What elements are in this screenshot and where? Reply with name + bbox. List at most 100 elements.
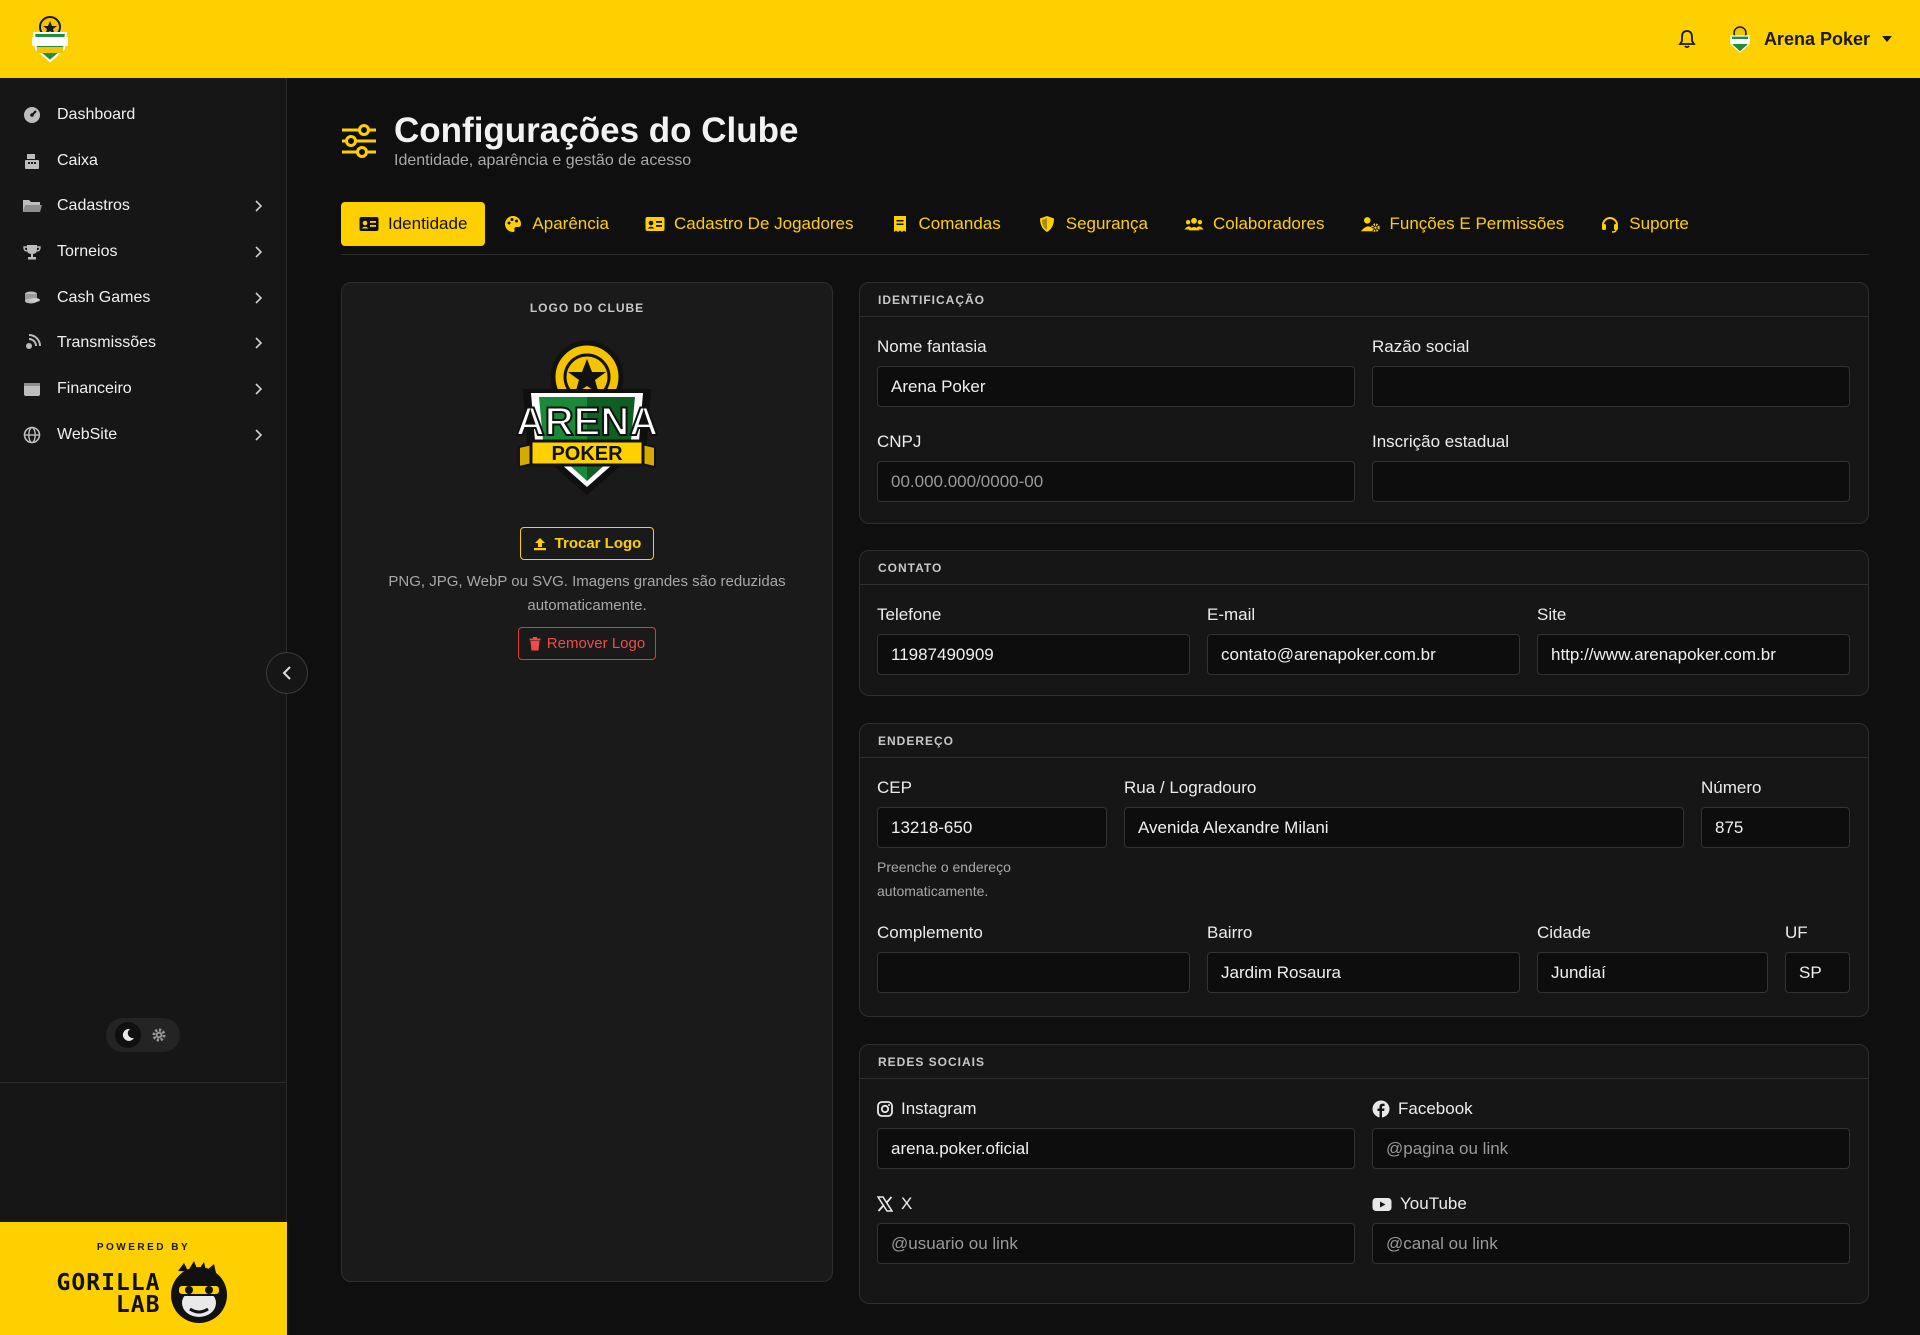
arena-poker-logo[interactable] bbox=[24, 13, 76, 65]
facebook-icon bbox=[1372, 1100, 1390, 1118]
sliders-icon bbox=[342, 124, 376, 158]
moon-icon[interactable] bbox=[114, 1022, 141, 1048]
sidebar-item-label: Dashboard bbox=[57, 105, 136, 123]
sidebar-item-torneios[interactable]: Torneios bbox=[0, 229, 286, 275]
site-input[interactable] bbox=[1537, 634, 1850, 675]
youtube-icon bbox=[1372, 1197, 1392, 1211]
tab-suporte[interactable]: Suporte bbox=[1582, 202, 1707, 246]
bell-icon[interactable] bbox=[1676, 28, 1698, 50]
tab-label: Funções E Permissões bbox=[1389, 214, 1565, 233]
instagram-field: Instagram bbox=[877, 1099, 1355, 1169]
tab-seguranca[interactable]: Segurança bbox=[1019, 202, 1166, 246]
tab-funcoes-e-permissoes[interactable]: Funções E Permissões bbox=[1342, 202, 1582, 246]
cnpj-input[interactable] bbox=[877, 461, 1355, 502]
chevron-right-icon bbox=[255, 246, 263, 258]
x-input[interactable] bbox=[877, 1223, 1355, 1264]
sidebar-item-cash-games[interactable]: Cash Games bbox=[0, 275, 286, 321]
swap-logo-button[interactable]: Trocar Logo bbox=[519, 527, 655, 560]
tab-label: Suporte bbox=[1629, 214, 1689, 233]
cidade-input[interactable] bbox=[1537, 952, 1768, 993]
email-field: E-mail bbox=[1207, 605, 1520, 675]
sidebar-item-transmissoes[interactable]: Transmissões bbox=[0, 320, 286, 366]
tab-label: Colaboradores bbox=[1212, 214, 1325, 233]
sidebar-nav: Dashboard Caixa Cadastros Torneios Cash … bbox=[0, 78, 286, 458]
sidebar-item-label: Cash Games bbox=[57, 288, 151, 306]
sidebar-item-dashboard[interactable]: Dashboard bbox=[0, 92, 286, 138]
logo-text-bottom: POKER bbox=[551, 443, 623, 465]
field-label-row: YouTube bbox=[1372, 1194, 1850, 1214]
bairro-input[interactable] bbox=[1207, 952, 1520, 993]
numero-field: Número bbox=[1701, 778, 1850, 848]
field-label-row: X bbox=[877, 1194, 1355, 1214]
cash-register-icon bbox=[22, 151, 42, 171]
user-menu[interactable]: Arena Poker bbox=[1726, 25, 1892, 53]
logo-hint: PNG, JPG, WebP ou SVG. Imagens grandes s… bbox=[388, 573, 786, 614]
sidebar-divider bbox=[0, 1082, 287, 1083]
logo-text-top: ARENA bbox=[516, 400, 658, 444]
social-card: REDES SOCIAIS Instagram Facebook X bbox=[859, 1044, 1869, 1304]
tabs-divider bbox=[341, 254, 1869, 255]
tab-identidade[interactable]: Identidade bbox=[341, 202, 486, 246]
users-icon bbox=[1184, 214, 1204, 234]
youtube-input[interactable] bbox=[1372, 1223, 1850, 1264]
gear-icon[interactable] bbox=[146, 1022, 172, 1048]
razao-social-field: Razão social bbox=[1372, 337, 1850, 407]
sidebar-item-website[interactable]: WebSite bbox=[0, 412, 286, 458]
broadcast-icon bbox=[22, 333, 42, 353]
sidebar-item-caixa[interactable]: Caixa bbox=[0, 138, 286, 184]
remove-logo-button[interactable]: Remover Logo bbox=[517, 627, 657, 660]
razao-social-input[interactable] bbox=[1372, 366, 1850, 407]
swap-logo-label: Trocar Logo bbox=[554, 535, 642, 552]
inscricao-estadual-input[interactable] bbox=[1372, 461, 1850, 502]
palette-icon bbox=[503, 214, 523, 234]
card-title: ENDEREÇO bbox=[860, 724, 1868, 758]
gorilla-mascot-icon bbox=[171, 1261, 228, 1323]
telefone-input[interactable] bbox=[877, 634, 1190, 675]
field-label: Telefone bbox=[877, 605, 942, 624]
tab-label: Segurança bbox=[1065, 214, 1148, 233]
powered-by-banner[interactable]: POWERED BY GORILLA LAB bbox=[0, 1222, 287, 1335]
rua-input[interactable] bbox=[1124, 807, 1684, 848]
instagram-input[interactable] bbox=[877, 1128, 1355, 1169]
upload-icon bbox=[533, 537, 546, 550]
complemento-input[interactable] bbox=[877, 952, 1190, 993]
field-label: UF bbox=[1785, 923, 1808, 942]
gorilla-lab-brand: GORILLA LAB bbox=[0, 1259, 287, 1329]
sidebar-item-label: Caixa bbox=[57, 151, 98, 169]
field-label: Rua / Logradouro bbox=[1124, 778, 1257, 797]
inscricao-estadual-field: Inscrição estadual bbox=[1372, 432, 1850, 502]
remove-logo-label: Remover Logo bbox=[546, 635, 646, 652]
field-label: Número bbox=[1701, 778, 1762, 797]
chevron-right-icon bbox=[255, 383, 263, 395]
nome-fantasia-input[interactable] bbox=[877, 366, 1355, 407]
tab-comandas[interactable]: Comandas bbox=[872, 202, 1019, 246]
numero-input[interactable] bbox=[1701, 807, 1850, 848]
x-field: X bbox=[877, 1194, 1355, 1264]
page-header: Configurações do Clube Identidade, aparê… bbox=[340, 108, 798, 170]
sidebar-item-label: Torneios bbox=[57, 242, 118, 260]
facebook-input[interactable] bbox=[1372, 1128, 1850, 1169]
sidebar-item-label: Financeiro bbox=[57, 379, 132, 397]
gauge-icon bbox=[22, 105, 42, 125]
contact-card: CONTATO Telefone E-mail Site bbox=[859, 550, 1869, 696]
tab-colaboradores[interactable]: Colaboradores bbox=[1166, 202, 1343, 246]
field-label: Bairro bbox=[1207, 923, 1253, 942]
powered-by-label: POWERED BY bbox=[96, 1242, 191, 1253]
tab-label: Identidade bbox=[388, 214, 468, 233]
email-input[interactable] bbox=[1207, 634, 1520, 675]
uf-input[interactable] bbox=[1785, 952, 1850, 993]
field-label: Facebook bbox=[1398, 1099, 1473, 1118]
theme-toggle[interactable] bbox=[106, 1018, 180, 1052]
field-label: Complemento bbox=[877, 923, 983, 942]
logo-card-title: LOGO DO CLUBE bbox=[529, 301, 645, 315]
cep-input[interactable] bbox=[877, 807, 1107, 848]
cep-field: CEP Preenche o endereço automaticamente. bbox=[877, 778, 1107, 903]
sidebar-item-label: Cadastros bbox=[57, 197, 130, 215]
field-label: Site bbox=[1537, 605, 1567, 624]
sidebar-item-cadastros[interactable]: Cadastros bbox=[0, 183, 286, 229]
sidebar-item-financeiro[interactable]: Financeiro bbox=[0, 366, 286, 412]
telefone-field: Telefone bbox=[877, 605, 1190, 675]
instagram-icon bbox=[877, 1101, 893, 1117]
tab-aparencia[interactable]: Aparência bbox=[485, 202, 627, 246]
tab-cadastro-de-jogadores[interactable]: Cadastro De Jogadores bbox=[627, 202, 872, 246]
